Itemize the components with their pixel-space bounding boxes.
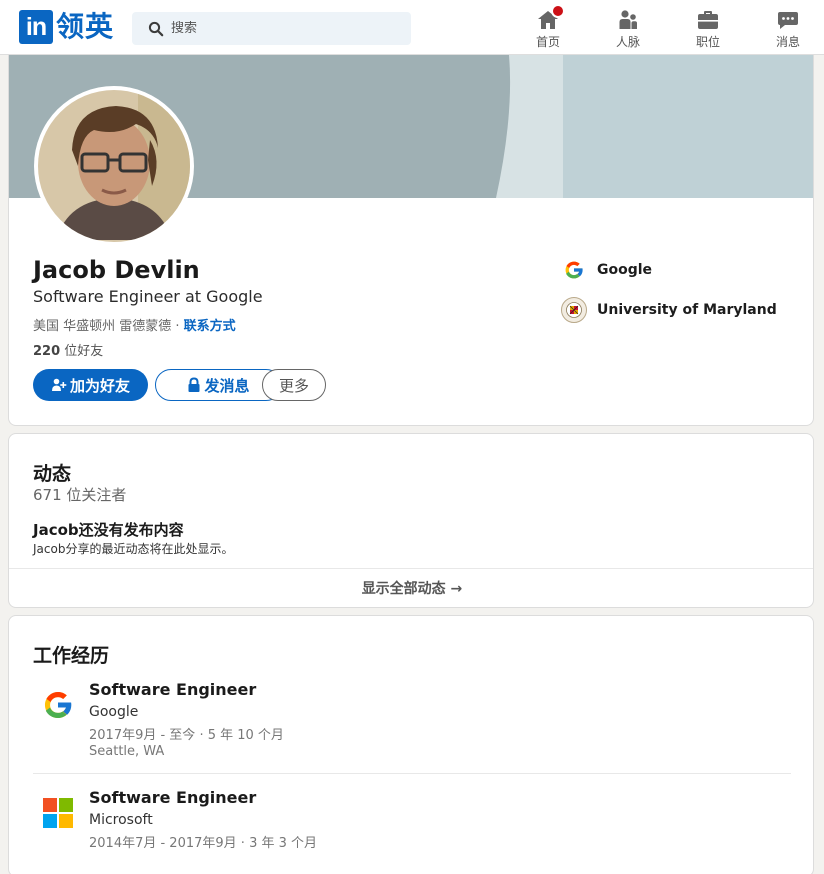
nav-messaging[interactable]: 消息 [758,8,818,50]
job-company: Google [89,704,139,720]
google-logo-icon [561,257,587,283]
profile-avatar[interactable] [38,90,190,242]
job-dates: 2017年9月 - 至今 · 5 年 10 个月 [89,728,284,743]
activity-card: 动态 671 位关注者 Jacob还没有发布内容 Jacob分享的最近动态将在此… [8,433,814,608]
search-box[interactable] [132,12,411,45]
people-icon [616,8,640,32]
education-school-name: University of Maryland [597,302,777,318]
experience-card: 工作经历 Software Engineer Google 2017年9月 - … [8,615,814,874]
profile-location: 美国 华盛顿州 雷德蒙德 · 联系方式 [33,315,236,334]
nav-jobs-label: 职位 [695,35,720,49]
location-text: 美国 华盛顿州 雷德蒙德 · [33,319,184,334]
empty-activity-title: Jacob还没有发布内容 [33,521,184,539]
home-icon [536,4,565,32]
friends-count[interactable]: 220 位好友 [33,340,103,359]
show-all-activity-button[interactable]: 显示全部动态 → [9,568,813,607]
profile-headline: Software Engineer at Google [33,287,263,306]
search-icon [148,21,164,36]
experience-title: 工作经历 [33,645,110,667]
nav-jobs[interactable]: 职位 [678,8,738,50]
linkedin-in-icon: in [19,10,53,44]
nav-network-label: 人脉 [615,35,640,49]
linkedin-logo[interactable]: in 领英 [19,10,114,44]
contact-info-link[interactable]: 联系方式 [184,319,236,334]
briefcase-icon [696,8,720,32]
friends-label: 位好友 [60,344,104,359]
activity-title: 动态 [33,463,72,485]
job-title: Software Engineer [89,788,257,807]
connect-button[interactable]: 加为好友 [33,369,148,401]
nav-home-label: 首页 [535,35,560,49]
followers-count: 671 位关注者 [33,486,127,504]
top-nav-bar: in 领英 首页 人脉 [0,0,824,55]
notification-badge [551,4,565,18]
nav-home[interactable]: 首页 [518,4,578,50]
experience-divider [33,773,791,774]
search-input[interactable] [171,21,391,36]
education-school[interactable]: University of Maryland [561,297,777,323]
nav-messaging-label: 消息 [775,35,800,49]
lock-icon [188,377,200,392]
job-company: Microsoft [89,812,153,828]
current-company[interactable]: Google [561,257,652,283]
message-icon [776,8,800,32]
job-dates: 2014年7月 - 2017年9月 · 3 年 3 个月 [89,836,318,851]
profile-card: Jacob Devlin Software Engineer at Google… [8,55,814,426]
current-company-name: Google [597,262,653,278]
message-button-label: 发消息 [204,376,250,395]
nav-network[interactable]: 人脉 [598,8,658,50]
profile-name: Jacob Devlin [33,256,200,284]
more-button-label: 更多 [278,376,309,395]
microsoft-logo-icon [41,796,75,830]
job-title: Software Engineer [89,680,257,699]
connect-button-label: 加为好友 [69,376,130,395]
experience-item[interactable]: Software Engineer Google 2017年9月 - 至今 · … [33,680,791,770]
empty-activity-subtitle: Jacob分享的最近动态将在此处显示。 [33,542,234,556]
umd-seal-icon [561,297,587,323]
google-logo-icon [41,688,75,722]
add-person-icon [51,378,67,391]
friends-number: 220 [33,344,61,359]
more-button[interactable]: 更多 [262,369,326,401]
linkedin-logo-text: 领英 [56,10,115,43]
job-location: Seattle, WA [89,744,165,759]
experience-item[interactable]: Software Engineer Microsoft 2014年7月 - 20… [33,788,791,858]
